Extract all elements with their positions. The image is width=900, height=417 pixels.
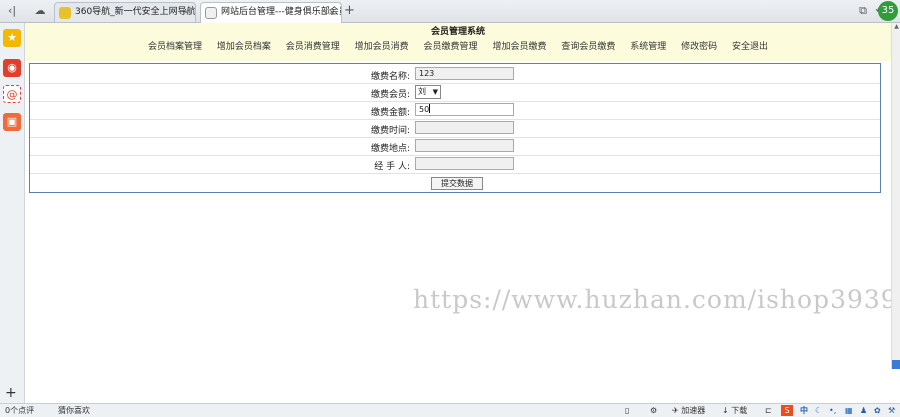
tab-label: 网站后台管理---健身俱乐部会员: [221, 7, 342, 17]
scroll-up-icon[interactable]: ▲: [892, 23, 900, 32]
field-label: 缴费名称:: [370, 72, 410, 82]
accelerator-label: 加速器: [681, 406, 706, 415]
main-menu: 会员档案管理 增加会员档案 会员消费管理 增加会员消费 会员缴费管理 增加会员缴…: [25, 39, 891, 52]
add-icon[interactable]: +: [5, 385, 17, 401]
weibo-icon[interactable]: ◉: [3, 59, 21, 77]
menu-item-add-member[interactable]: 增加会员档案: [217, 39, 271, 52]
page-header: 会员管理系统 会员档案管理 增加会员档案 会员消费管理 增加会员消费 会员缴费管…: [25, 23, 891, 61]
member-select[interactable]: 刘 ▼: [415, 85, 441, 99]
field-label: 缴费时间:: [370, 126, 410, 136]
avatar[interactable]: 35: [878, 1, 898, 21]
tab-label: 360导航_新一代安全上网导航: [75, 7, 196, 17]
chevron-down-icon: ▼: [432, 88, 438, 96]
menu-item-payments[interactable]: 会员缴费管理: [424, 39, 478, 52]
menu-item-add-payment[interactable]: 增加会员缴费: [492, 39, 546, 52]
back-icon[interactable]: ‹|: [4, 3, 20, 19]
new-tab-button[interactable]: +: [344, 3, 355, 18]
payment-form: 缴费名称: 123 缴费会员: 刘 ▼ 缴费金额: 50 缴费时间: 缴费地点:…: [29, 63, 881, 193]
form-row-handler: 经 手 人:: [30, 155, 880, 174]
person-icon[interactable]: ♟: [860, 404, 867, 417]
menu-item-add-consumption[interactable]: 增加会员消费: [355, 39, 409, 52]
tab-admin[interactable]: 网站后台管理---健身俱乐部会员 ×: [200, 2, 342, 23]
gear-icon[interactable]: ⚙: [650, 404, 657, 417]
page-title: 会员管理系统: [430, 27, 485, 37]
field-label: 缴费地点:: [370, 144, 410, 154]
text-cursor: [429, 104, 430, 113]
keyboard-icon[interactable]: ▦: [845, 404, 853, 417]
panel-icon[interactable]: ⊏: [765, 404, 772, 417]
watermark: https://www.huzhan.com/ishop39397: [413, 285, 900, 314]
download-button[interactable]: ↓ 下载: [722, 404, 747, 417]
form-row-member: 缴费会员: 刘 ▼: [30, 83, 880, 102]
page-content: 会员管理系统 会员档案管理 增加会员档案 会员消费管理 增加会员消费 会员缴费管…: [25, 23, 900, 369]
menu-item-consumption[interactable]: 会员消费管理: [286, 39, 340, 52]
browser-tab-bar: ‹| ☁ 360导航_新一代安全上网导航 × 网站后台管理---健身俱乐部会员 …: [0, 0, 900, 23]
cloud-icon[interactable]: ☁: [32, 3, 48, 19]
vertical-scrollbar[interactable]: ▲: [891, 23, 900, 369]
select-value: 刘: [418, 87, 426, 96]
moon-icon[interactable]: ☾: [815, 404, 822, 417]
menu-item-logout[interactable]: 安全退出: [732, 39, 768, 52]
recommend-link[interactable]: 猜你喜欢: [58, 404, 90, 417]
star-icon[interactable]: ★: [3, 29, 21, 47]
menu-item-system[interactable]: 系统管理: [630, 39, 666, 52]
360-logo-icon: [59, 7, 71, 19]
field-label: 缴费金额:: [370, 108, 410, 118]
status-bar: 0个点评 猜你喜欢 ▯ ⚙ ✈ 加速器 ↓ 下载 ⊏ S 中 ☾ •, ▦ ♟ …: [0, 403, 900, 417]
page-icon: [205, 7, 217, 19]
payment-time-input[interactable]: [415, 121, 514, 134]
sogou-ime-icon[interactable]: S: [781, 405, 793, 416]
window-icon[interactable]: ⧉: [855, 3, 871, 19]
close-icon[interactable]: ×: [182, 3, 190, 22]
browser-sidebar: ★ ◉ @ ▣ +: [0, 23, 25, 403]
download-label: 下载: [731, 406, 748, 415]
close-icon[interactable]: ×: [328, 3, 336, 22]
payment-place-input[interactable]: [415, 139, 514, 152]
form-row-name: 缴费名称: 123: [30, 65, 880, 84]
handler-input[interactable]: [415, 157, 514, 170]
form-row-place: 缴费地点:: [30, 137, 880, 156]
scroll-down-button[interactable]: [892, 360, 900, 369]
mail-icon[interactable]: @: [3, 85, 21, 103]
submit-button[interactable]: 提交数据: [431, 177, 483, 190]
accelerator-button[interactable]: ✈ 加速器: [672, 404, 705, 417]
field-label: 缴费会员:: [370, 90, 410, 100]
menu-item-member-records[interactable]: 会员档案管理: [148, 39, 202, 52]
form-row-time: 缴费时间:: [30, 119, 880, 138]
menu-item-query-payment[interactable]: 查询会员缴费: [561, 39, 615, 52]
shopping-bag-icon[interactable]: ▣: [3, 113, 21, 131]
menu-item-change-password[interactable]: 修改密码: [681, 39, 717, 52]
tab-360-nav[interactable]: 360导航_新一代安全上网导航 ×: [54, 2, 196, 22]
comment-count[interactable]: 0个点评: [5, 404, 34, 417]
wrench-icon[interactable]: ⚒: [888, 404, 895, 417]
phone-icon[interactable]: ▯: [625, 404, 629, 417]
skin-icon[interactable]: ✿: [874, 404, 881, 417]
ime-mode[interactable]: 中: [800, 404, 808, 417]
field-label: 经 手 人:: [374, 162, 410, 172]
form-row-amount: 缴费金额: 50: [30, 101, 880, 120]
punctuation-icon[interactable]: •,: [829, 404, 836, 417]
payment-name-input[interactable]: 123: [415, 67, 514, 80]
